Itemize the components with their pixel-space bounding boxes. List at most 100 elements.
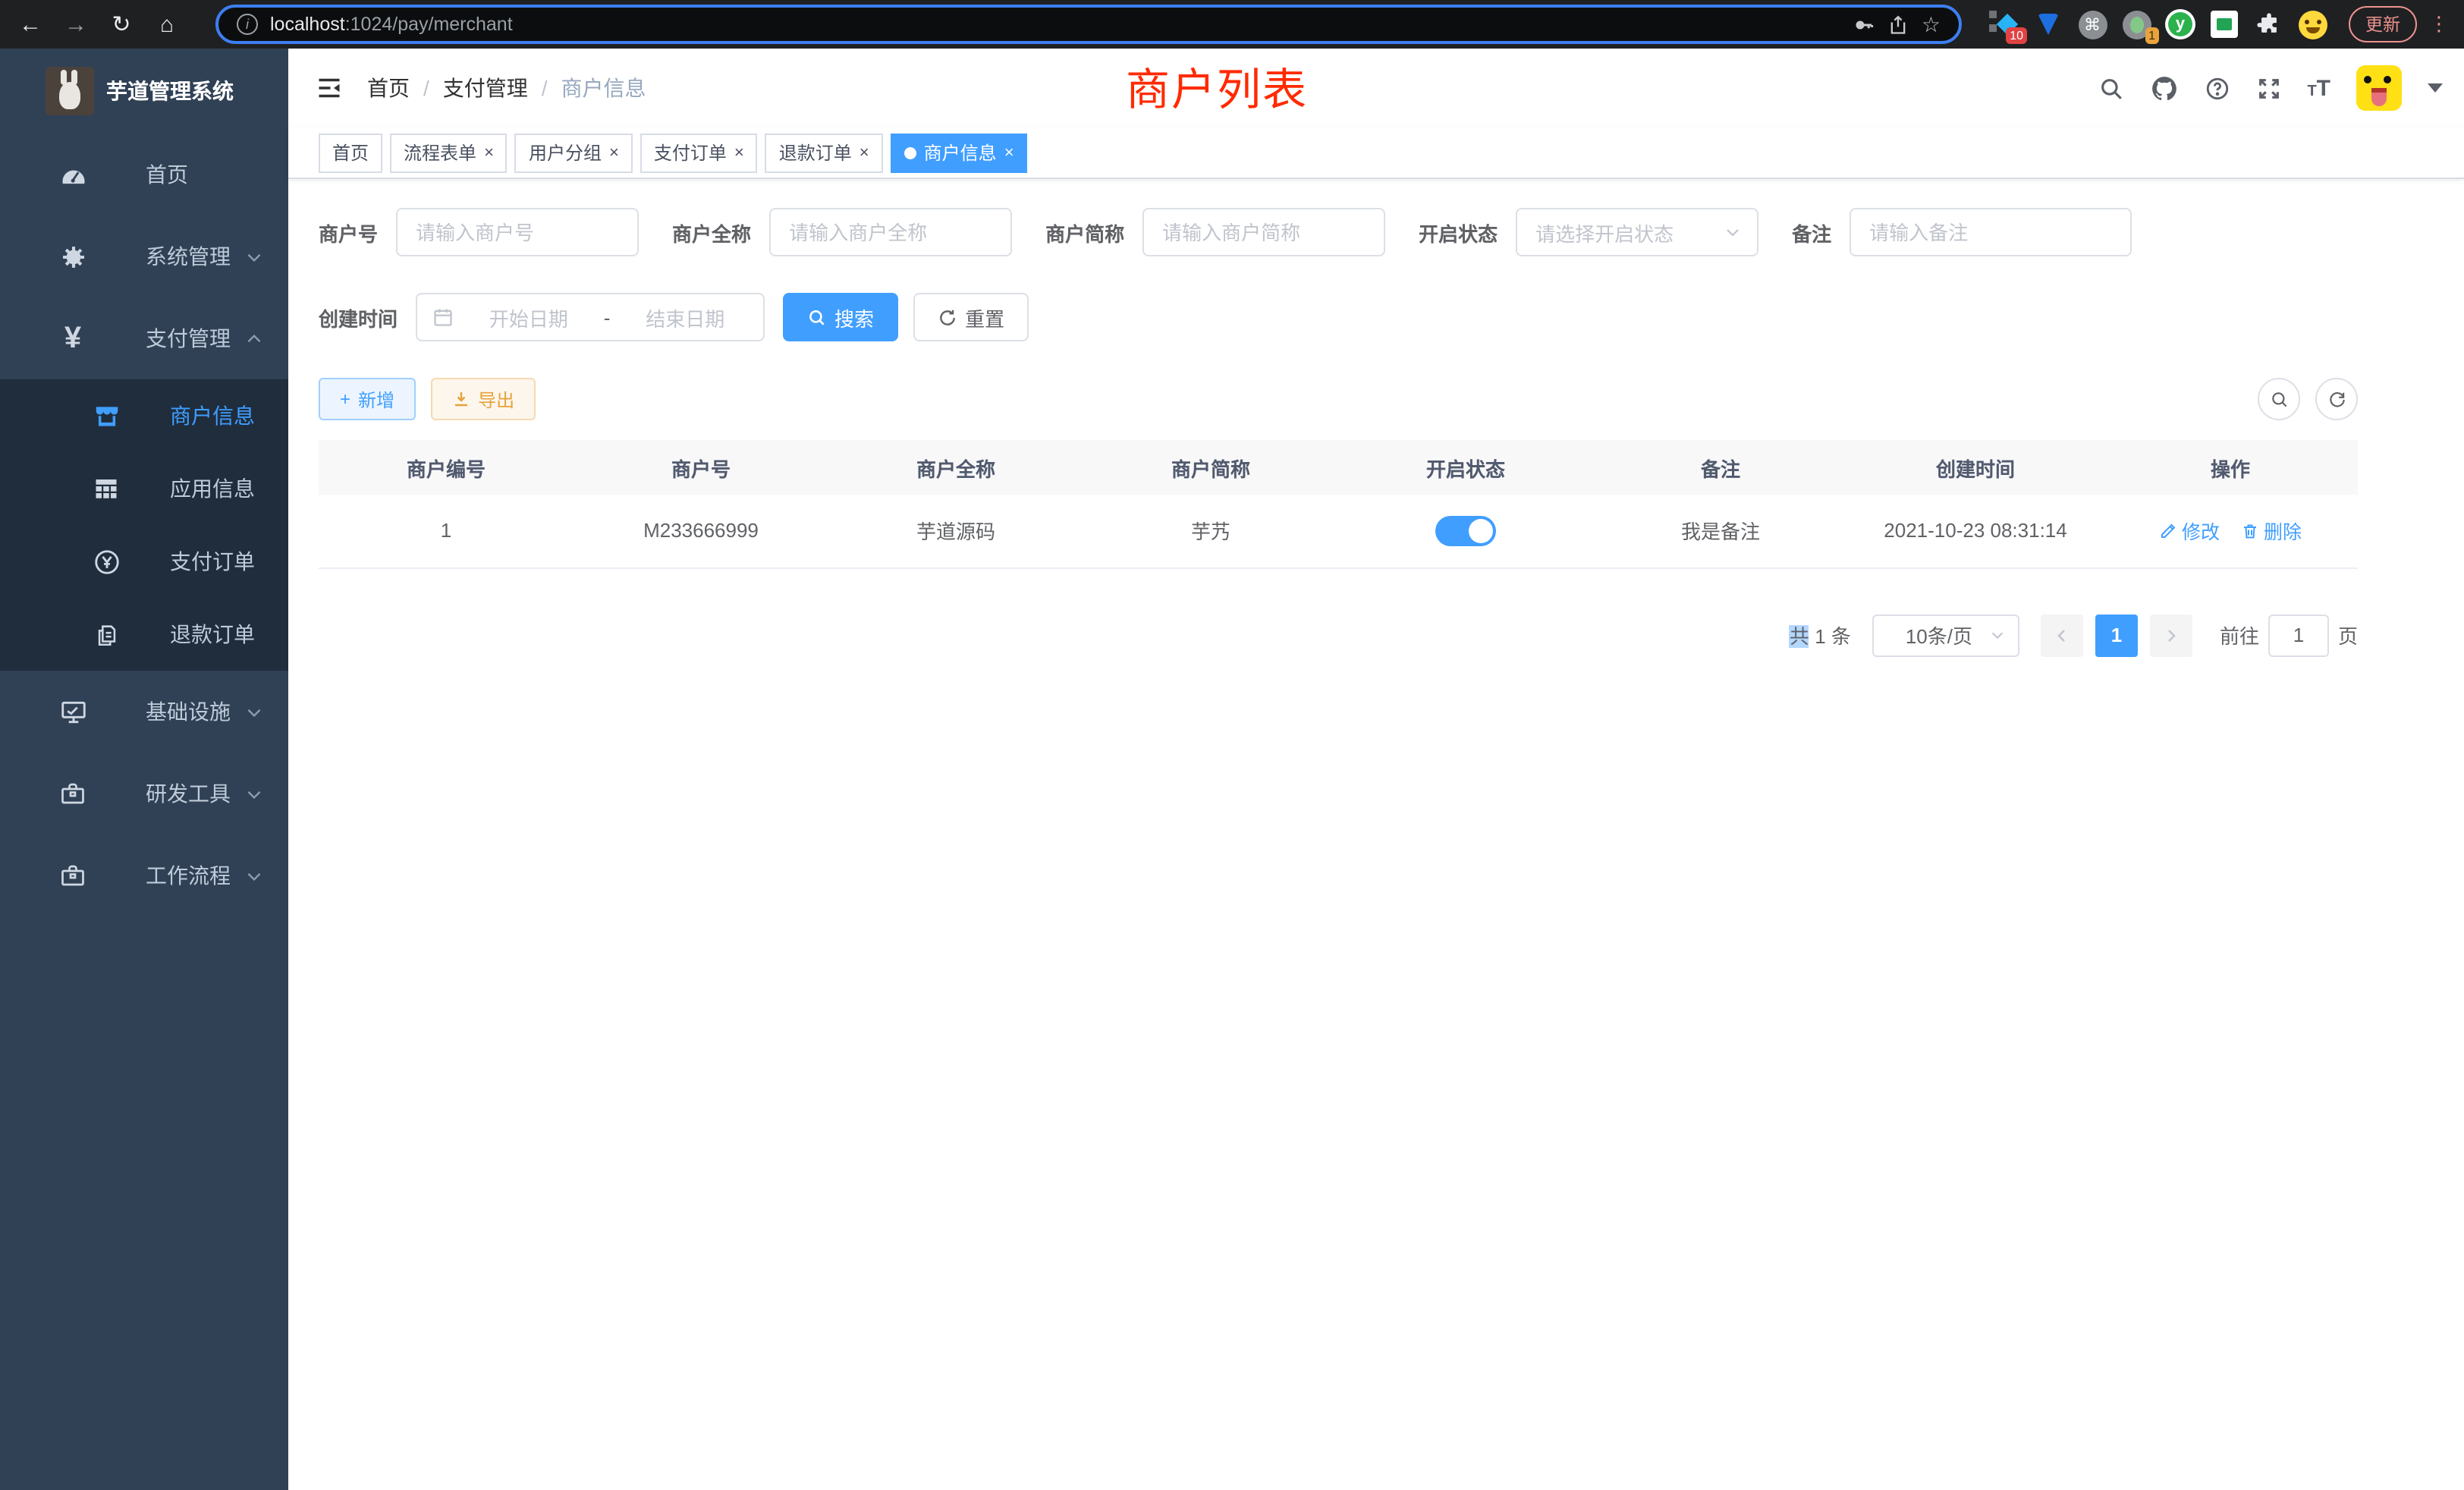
short-name-input[interactable] xyxy=(1142,208,1385,256)
yen-circle-icon xyxy=(88,543,124,580)
create-time-range-picker[interactable]: 开始日期 - 结束日期 xyxy=(416,293,765,341)
tab-close-icon[interactable]: × xyxy=(609,143,619,162)
browser-update-button[interactable]: 更新 xyxy=(2349,6,2417,42)
filter-status: 开启状态 请选择开启状态 xyxy=(1419,208,1758,256)
dashboard-icon xyxy=(55,156,91,193)
col-remark: 备注 xyxy=(1593,440,1848,495)
chevron-up-icon xyxy=(244,328,264,348)
password-key-icon[interactable] xyxy=(1853,13,1876,36)
sidebar-item-pay[interactable]: ¥ 支付管理 xyxy=(0,297,288,379)
edit-link[interactable]: 修改 xyxy=(2159,517,2220,545)
next-page-button[interactable] xyxy=(2150,614,2192,656)
merchant-table: 商户编号 商户号 商户全称 商户简称 开启状态 备注 创建时间 操作 1 xyxy=(319,440,2358,568)
chat-square xyxy=(2211,11,2238,38)
sidebar-item-infra[interactable]: 基础设施 xyxy=(0,671,288,753)
breadcrumb-item-pay[interactable]: 支付管理 xyxy=(443,73,528,103)
goto-suffix: 页 xyxy=(2338,621,2358,649)
tab-label: 商户信息 xyxy=(924,140,997,165)
tab-close-icon[interactable]: × xyxy=(860,143,869,162)
page-size-select[interactable]: 10条/页 xyxy=(1872,614,2019,656)
tab-process-form[interactable]: 流程表单× xyxy=(390,133,508,172)
top-navbar: 首页 / 支付管理 / 商户信息 商户列表 TT xyxy=(288,49,2464,127)
browser-forward-icon[interactable]: → xyxy=(58,6,94,42)
sidebar-submenu-pay: 商户信息 应用信息 支付订单 xyxy=(0,379,288,671)
tab-close-icon[interactable]: × xyxy=(484,143,494,162)
tab-close-icon[interactable]: × xyxy=(734,143,744,162)
cell-short-name: 芋艿 xyxy=(1083,495,1338,567)
trash-icon xyxy=(2241,522,2259,540)
user-avatar[interactable] xyxy=(2356,65,2402,111)
refresh-table-button[interactable] xyxy=(2315,378,2358,420)
sidebar-item-app-info[interactable]: 应用信息 xyxy=(0,452,288,525)
page-annotation: 商户列表 xyxy=(1126,55,1308,118)
toggle-search-button[interactable] xyxy=(2258,378,2300,420)
field-label: 备注 xyxy=(1792,218,1850,247)
ext-square-icon xyxy=(1989,11,1997,18)
profile-extension-icon[interactable]: 1 xyxy=(2121,9,2151,39)
delete-link[interactable]: 删除 xyxy=(2241,517,2302,545)
chat-extension-icon[interactable] xyxy=(2209,9,2239,39)
tab-close-icon[interactable]: × xyxy=(1004,143,1014,162)
page-number-button[interactable]: 1 xyxy=(2095,614,2138,656)
bookmark-star-icon[interactable]: ☆ xyxy=(1922,11,1941,37)
sidebar-item-refund-order[interactable]: 退款订单 xyxy=(0,598,288,671)
reset-button[interactable]: 重置 xyxy=(913,293,1029,341)
sidebar-fold-icon[interactable] xyxy=(316,74,343,102)
tab-user-group[interactable]: 用户分组 × xyxy=(515,133,633,172)
tab-merchant-info[interactable]: 商户信息 × xyxy=(891,133,1028,172)
y-extension-icon[interactable]: y xyxy=(2165,9,2195,39)
sidebar-item-workflow[interactable]: 工作流程 xyxy=(0,835,288,916)
share-icon[interactable] xyxy=(1888,13,1909,36)
breadcrumb-item-home[interactable]: 首页 xyxy=(367,73,410,103)
date-separator: - xyxy=(604,306,611,328)
help-icon[interactable] xyxy=(2204,75,2230,101)
link-label: 删除 xyxy=(2264,517,2302,545)
tab-label: 用户分组 xyxy=(529,140,602,165)
select-placeholder: 请选择开启状态 xyxy=(1535,218,1724,247)
add-button[interactable]: + 新增 xyxy=(319,378,416,420)
tab-refund-order[interactable]: 退款订单× xyxy=(765,133,883,172)
browser-home-icon[interactable]: ⌂ xyxy=(149,6,185,42)
extensions-puzzle-icon[interactable] xyxy=(2253,9,2283,39)
sidebar-item-pay-order[interactable]: 支付订单 xyxy=(0,525,288,598)
browser-menu-icon[interactable]: ⋮ xyxy=(2429,12,2449,36)
tab-pay-order[interactable]: 支付订单× xyxy=(640,133,758,172)
sidebar-item-merchant-info[interactable]: 商户信息 xyxy=(0,379,288,452)
font-size-icon[interactable]: TT xyxy=(2307,75,2330,101)
pinned-extension-icon[interactable]: 10 xyxy=(1989,9,2019,39)
gem-extension-icon[interactable] xyxy=(2033,9,2063,39)
full-name-input[interactable] xyxy=(769,208,1012,256)
sidebar-item-home[interactable]: 首页 xyxy=(0,134,288,215)
browser-reload-icon[interactable]: ↻ xyxy=(103,6,140,42)
tab-home[interactable]: 首页 xyxy=(319,133,382,172)
command-extension-icon[interactable]: ⌘ xyxy=(2077,9,2107,39)
toolbar-right xyxy=(2258,378,2358,420)
cell-actions: 修改 删除 xyxy=(2103,495,2358,567)
github-icon[interactable] xyxy=(2149,74,2178,102)
status-toggle[interactable] xyxy=(1435,516,1496,546)
sidebar: 芋道管理系统 首页 系统管理 ¥ 支付管理 xyxy=(0,49,288,1490)
search-button[interactable]: 搜索 xyxy=(783,293,898,341)
table-toolbar: + 新增 导出 xyxy=(319,378,2358,420)
sidebar-item-system[interactable]: 系统管理 xyxy=(0,215,288,297)
screen: ← → ↻ ⌂ i localhost:1024/pay/merchant ☆ … xyxy=(0,0,2464,1490)
search-icon[interactable] xyxy=(2098,75,2123,101)
avatar-emoji-icon[interactable] xyxy=(2297,9,2327,39)
export-button[interactable]: 导出 xyxy=(431,378,536,420)
site-info-icon[interactable]: i xyxy=(237,14,258,35)
browser-back-icon[interactable]: ← xyxy=(12,6,49,42)
remark-input[interactable] xyxy=(1850,208,2132,256)
tab-label: 首页 xyxy=(332,140,369,165)
status-select[interactable]: 请选择开启状态 xyxy=(1516,208,1758,256)
url-host: localhost xyxy=(270,14,345,35)
fullscreen-icon[interactable] xyxy=(2255,75,2281,101)
sidebar-item-label: 系统管理 xyxy=(146,241,244,272)
prev-page-button[interactable] xyxy=(2041,614,2083,656)
goto-page-input[interactable] xyxy=(2268,614,2329,656)
sidebar-item-dev-tools[interactable]: 研发工具 xyxy=(0,753,288,835)
avatar-caret-icon[interactable] xyxy=(2428,83,2443,93)
address-bar[interactable]: i localhost:1024/pay/merchant ☆ xyxy=(215,5,1962,44)
merchant-no-input[interactable] xyxy=(396,208,639,256)
button-label: 新增 xyxy=(358,386,394,412)
app-logo[interactable]: 芋道管理系统 xyxy=(0,67,288,115)
